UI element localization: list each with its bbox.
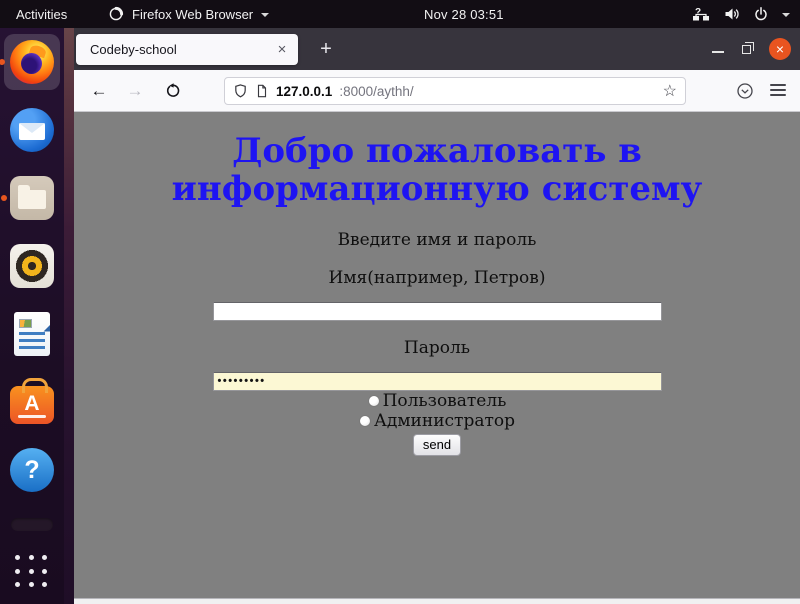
app-menu-button[interactable]: Firefox Web Browser: [108, 6, 269, 22]
dock-item-thunderbird[interactable]: [8, 106, 56, 154]
restore-button[interactable]: [742, 45, 751, 54]
page-fold-shape: [31, 319, 51, 332]
radio-button-icon[interactable]: [359, 415, 371, 427]
dock-item-files[interactable]: [8, 174, 56, 222]
chevron-down-icon: [261, 13, 269, 17]
dimmed-dock-item: [11, 518, 53, 531]
close-tab-icon[interactable]: ×: [272, 40, 292, 60]
url-host: 127.0.0.1: [276, 84, 332, 99]
files-icon: [10, 176, 54, 220]
rhythmbox-icon: [10, 244, 54, 288]
radio-button-icon[interactable]: [368, 395, 380, 407]
power-icon: [753, 6, 769, 22]
url-path: :8000/aythh/: [339, 84, 413, 99]
send-button[interactable]: send: [413, 434, 461, 456]
close-window-button[interactable]: ×: [769, 38, 791, 60]
reload-button[interactable]: [160, 78, 186, 104]
volume-icon: [723, 6, 740, 22]
radio-label: Пользователь: [383, 391, 507, 411]
navigation-toolbar: ← → 127.0.0.1 :8000/aythh/ ☆: [74, 70, 800, 112]
dock-item-ubuntu-software[interactable]: A: [8, 378, 56, 426]
dock-item-firefox[interactable]: [4, 34, 60, 90]
name-input[interactable]: [213, 302, 662, 321]
software-letter: A: [24, 393, 39, 414]
dock-item-show-applications[interactable]: [8, 545, 56, 593]
text-lines-shape: [19, 332, 45, 351]
minimize-button[interactable]: [712, 51, 724, 53]
radio-option-user[interactable]: Пользователь: [74, 392, 800, 411]
running-indicator: [1, 195, 7, 201]
speaker-shape: [15, 249, 49, 283]
dock-item-help[interactable]: ?: [8, 446, 56, 494]
desktop: Activities Firefox Web Browser Nov 28 03…: [0, 0, 800, 604]
ubuntu-software-icon: A: [10, 386, 54, 424]
libreoffice-writer-icon: [14, 312, 50, 356]
thumbnail-shape: [19, 319, 32, 328]
system-status-menu[interactable]: ?: [692, 0, 790, 28]
password-input[interactable]: •••••••••: [213, 372, 662, 391]
tab-codeby-school[interactable]: Codeby-school ×: [76, 34, 298, 65]
desktop-top-bar: Activities Firefox Web Browser Nov 28 03…: [0, 0, 800, 28]
password-field-label: Пароль: [74, 338, 800, 358]
menu-hamburger-icon[interactable]: [770, 84, 786, 96]
help-icon: ?: [10, 448, 54, 492]
dock-item-libreoffice-writer[interactable]: [8, 310, 56, 358]
app-menu-label: Firefox Web Browser: [132, 7, 253, 22]
thunderbird-icon: [10, 108, 54, 152]
name-field-label: Имя(например, Петров): [74, 268, 800, 288]
ubuntu-dock: A ?: [0, 28, 64, 604]
firefox-mono-icon: [108, 6, 124, 22]
window-bottom-edge: [74, 598, 800, 604]
chevron-down-icon: [782, 13, 790, 17]
new-tab-button[interactable]: +: [312, 35, 340, 63]
desktop-wallpaper-strip: [64, 28, 74, 604]
reload-icon: [165, 83, 181, 99]
pocket-icon[interactable]: [736, 82, 754, 100]
page-title: Добро пожаловать в информационную систем…: [165, 132, 710, 208]
radio-option-admin[interactable]: Администратор: [74, 412, 800, 431]
running-indicator: [0, 59, 5, 65]
app-grid-icon: [15, 555, 49, 589]
page-content: Добро пожаловать в информационную систем…: [74, 112, 800, 598]
tab-bar: Codeby-school × + ×: [74, 28, 800, 70]
radio-label: Администратор: [374, 411, 515, 431]
back-button[interactable]: ←: [86, 78, 112, 104]
bookmark-star-icon[interactable]: ☆: [663, 81, 677, 101]
page-info-icon[interactable]: [255, 83, 269, 99]
url-bar[interactable]: 127.0.0.1 :8000/aythh/ ☆: [224, 77, 686, 105]
intro-text: Введите имя и пароль: [74, 230, 800, 250]
activities-button[interactable]: Activities: [16, 7, 67, 22]
firefox-window: Codeby-school × + × ← →: [74, 28, 800, 604]
pocket-glyph: [736, 82, 754, 100]
network-question-icon: ?: [692, 7, 710, 22]
firefox-icon: [10, 40, 54, 84]
window-controls: ×: [712, 28, 791, 70]
folder-shape: [18, 190, 46, 209]
clock[interactable]: Nov 28 03:51: [424, 7, 504, 22]
dock-item-rhythmbox[interactable]: [8, 242, 56, 290]
forward-button[interactable]: →: [122, 78, 148, 104]
envelope-flap-shape: [19, 123, 45, 133]
tab-title: Codeby-school: [90, 42, 272, 57]
shield-icon[interactable]: [233, 83, 248, 99]
